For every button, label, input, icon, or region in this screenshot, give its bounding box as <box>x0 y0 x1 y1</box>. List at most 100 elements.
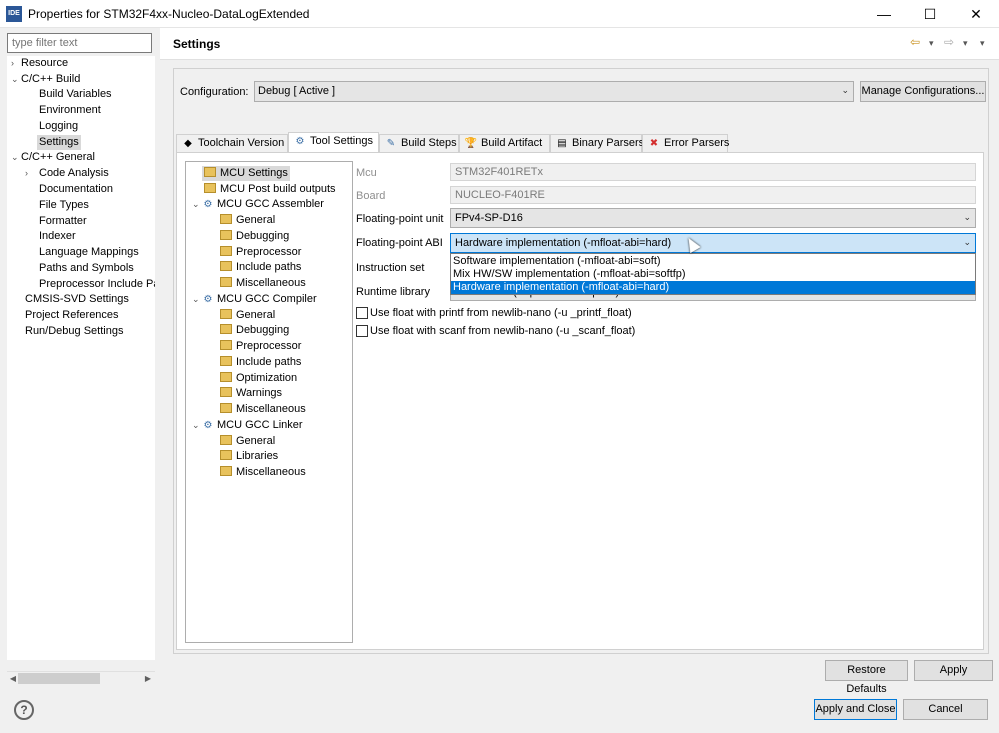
tree-item-compiler-miscellaneous[interactable]: Miscellaneous <box>220 402 306 417</box>
tab-toolchain-version[interactable]: ◆ Toolchain Version <box>176 134 288 152</box>
tab-build-steps[interactable]: ✎ Build Steps <box>379 134 459 152</box>
close-button[interactable]: ✕ <box>953 0 999 28</box>
configuration-select[interactable]: Debug [ Active ] ⌄ <box>254 81 854 102</box>
scanf-float-checkbox[interactable] <box>356 325 368 337</box>
nav-item-indexer[interactable]: Indexer <box>39 229 76 244</box>
tree-item-assembler-general[interactable]: General <box>220 213 275 228</box>
chevron-right-icon[interactable]: › <box>11 56 21 71</box>
nav-item-resource[interactable]: › Resource <box>11 56 68 71</box>
tree-item-compiler-include-paths[interactable]: Include paths <box>220 355 301 370</box>
nav-item-preprocessor-include-paths[interactable]: Preprocessor Include Pat <box>39 277 155 292</box>
tab-binary-parsers[interactable]: ▤ Binary Parsers <box>550 134 644 152</box>
error-icon: ✖ <box>649 138 659 149</box>
nav-item-settings[interactable]: Settings <box>37 135 81 150</box>
forward-menu-icon[interactable]: ▾ <box>963 38 968 49</box>
nav-item-cmsis-svd-settings[interactable]: CMSIS-SVD Settings <box>25 292 129 307</box>
tree-item-mcu-settings[interactable]: MCU Settings <box>202 166 290 181</box>
apply-button[interactable]: Apply <box>914 660 993 681</box>
tab-build-artifact[interactable]: 🏆 Build Artifact <box>459 134 550 152</box>
chevron-down-icon[interactable]: ⌄ <box>192 292 202 307</box>
folder-icon <box>220 277 232 288</box>
window-title: Properties for STM32F4xx-Nucleo-DataLogE… <box>28 7 310 21</box>
tree-item-compiler-warnings[interactable]: Warnings <box>220 386 282 401</box>
nav-item-documentation[interactable]: Documentation <box>39 182 113 197</box>
scrollbar-thumb[interactable] <box>18 673 100 684</box>
tree-item-compiler-optimization[interactable]: Optimization <box>220 371 297 386</box>
folder-icon <box>204 167 216 178</box>
tree-item-mcu-post-build-outputs[interactable]: MCU Post build outputs <box>204 182 336 197</box>
printf-float-checkbox[interactable] <box>356 307 368 319</box>
chevron-down-icon[interactable]: ⌄ <box>192 197 202 212</box>
configuration-label: Configuration: <box>180 86 249 98</box>
tree-item-assembler-debugging[interactable]: Debugging <box>220 229 289 244</box>
apply-and-close-button[interactable]: Apply and Close <box>814 699 897 720</box>
maximize-button[interactable]: ☐ <box>907 0 953 28</box>
folder-icon <box>220 387 232 398</box>
filter-input[interactable] <box>7 33 152 53</box>
view-menu-icon[interactable]: ▾ <box>980 38 985 49</box>
binary-icon: ▤ <box>557 138 567 149</box>
tab-error-parsers[interactable]: ✖ Error Parsers <box>642 134 729 152</box>
nav-item-language-mappings[interactable]: Language Mappings <box>39 245 139 260</box>
floating-point-abi-select[interactable]: Hardware implementation (-mfloat-abi=har… <box>450 233 976 253</box>
floating-point-unit-select[interactable]: FPv4-SP-D16 ⌄ <box>450 208 976 228</box>
minimize-button[interactable]: — <box>861 0 907 28</box>
tree-item-assembler-miscellaneous[interactable]: Miscellaneous <box>220 276 306 291</box>
forward-arrow-icon[interactable]: ⇨ <box>944 35 954 49</box>
gear-icon: ⚙ <box>203 294 213 305</box>
chevron-down-icon[interactable]: ⌄ <box>11 72 21 87</box>
tree-item-compiler-general[interactable]: General <box>220 308 275 323</box>
tree-item-compiler-debugging[interactable]: Debugging <box>220 323 289 338</box>
back-arrow-icon[interactable]: ⇦ <box>910 35 920 49</box>
mcu-label: Mcu <box>356 167 377 179</box>
chevron-down-icon[interactable]: ⌄ <box>11 150 21 165</box>
tree-item-assembler-preprocessor[interactable]: Preprocessor <box>220 245 301 260</box>
folder-icon <box>220 340 232 351</box>
chevron-right-icon[interactable]: › <box>25 166 35 181</box>
scroll-right-icon[interactable]: ▶ <box>142 671 154 686</box>
folder-icon <box>220 435 232 446</box>
abi-option-soft[interactable]: Software implementation (-mfloat-abi=sof… <box>451 255 975 268</box>
folder-icon <box>220 356 232 367</box>
instruction-set-label: Instruction set <box>356 262 425 274</box>
folder-icon <box>220 309 232 320</box>
tab-tool-settings[interactable]: ⚙ Tool Settings <box>288 132 379 153</box>
board-label: Board <box>356 190 386 202</box>
scanf-float-label: Use float with scanf from newlib-nano (-… <box>370 325 636 337</box>
abi-option-softfp[interactable]: Mix HW/SW implementation (-mfloat-abi=so… <box>451 268 975 281</box>
manage-configurations-button[interactable]: Manage Configurations... <box>860 81 986 102</box>
nav-item-cpp-general[interactable]: ⌄ C/C++ General <box>11 150 95 165</box>
chevron-down-icon[interactable]: ⌄ <box>192 418 202 433</box>
nav-item-project-references[interactable]: Project References <box>25 308 119 323</box>
chevron-down-icon: ⌄ <box>963 212 971 222</box>
tree-item-mcu-gcc-assembler[interactable]: ⌄ ⚙ MCU GCC Assembler <box>192 197 324 212</box>
tree-item-mcu-gcc-linker[interactable]: ⌄ ⚙ MCU GCC Linker <box>192 418 303 433</box>
nav-item-formatter[interactable]: Formatter <box>39 214 87 229</box>
tree-item-linker-libraries[interactable]: Libraries <box>220 449 278 464</box>
tree-item-compiler-preprocessor[interactable]: Preprocessor <box>220 339 301 354</box>
nav-item-cpp-build[interactable]: ⌄ C/C++ Build <box>11 72 80 87</box>
nav-item-code-analysis[interactable]: › Code Analysis <box>25 166 109 181</box>
cancel-button[interactable]: Cancel <box>903 699 988 720</box>
nav-item-logging[interactable]: Logging <box>39 119 78 134</box>
nav-item-environment[interactable]: Environment <box>39 103 101 118</box>
gear-icon: ⚙ <box>203 199 213 210</box>
nav-item-file-types[interactable]: File Types <box>39 198 89 213</box>
tree-item-linker-miscellaneous[interactable]: Miscellaneous <box>220 465 306 480</box>
ide-app-icon: IDE <box>6 6 22 22</box>
folder-icon <box>220 246 232 257</box>
nav-item-build-variables[interactable]: Build Variables <box>39 87 112 102</box>
nav-item-run-debug-settings[interactable]: Run/Debug Settings <box>25 324 123 339</box>
help-icon[interactable]: ? <box>14 700 34 720</box>
nav-item-paths-and-symbols[interactable]: Paths and Symbols <box>39 261 134 276</box>
board-field: NUCLEO-F401RE <box>450 186 976 204</box>
folder-icon <box>220 324 232 335</box>
back-menu-icon[interactable]: ▾ <box>929 38 934 49</box>
tree-item-mcu-gcc-compiler[interactable]: ⌄ ⚙ MCU GCC Compiler <box>192 292 317 307</box>
tree-item-assembler-include-paths[interactable]: Include paths <box>220 260 301 275</box>
folder-icon <box>220 403 232 414</box>
tree-item-linker-general[interactable]: General <box>220 434 275 449</box>
chevron-down-icon: ⌄ <box>841 85 849 95</box>
restore-defaults-button[interactable]: Restore Defaults <box>825 660 908 695</box>
abi-option-hard[interactable]: Hardware implementation (-mfloat-abi=har… <box>451 281 975 294</box>
